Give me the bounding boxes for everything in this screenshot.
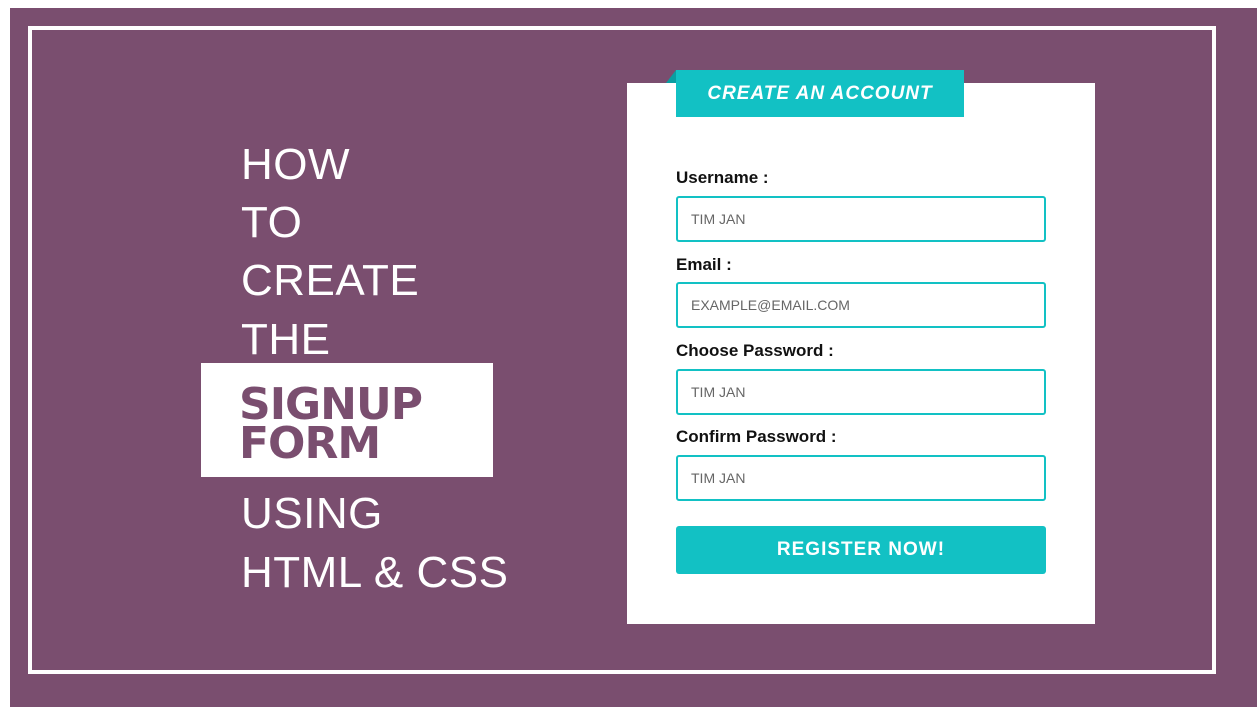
register-now-button[interactable]: REGISTER NOW! [676,526,1046,574]
form-title: CREATE AN ACCOUNT [707,83,933,104]
email-input[interactable] [676,282,1046,328]
choose-password-label: Choose Password : [676,341,834,360]
choose-password-input[interactable] [676,369,1046,415]
headline-line-to: TO [241,198,303,247]
email-label: Email : [676,255,732,274]
headline-line-create: CREATE [241,256,420,305]
username-label: Username : [676,168,769,187]
username-input[interactable] [676,196,1046,242]
confirm-password-input[interactable] [676,455,1046,501]
form-tab-fold [666,70,676,83]
headline-line-html-css: HTML & CSS [241,548,509,597]
headline-line-how: HOW [241,140,351,189]
headline-line-the: THE [241,315,331,364]
headline-line-using: USING [241,489,383,538]
confirm-password-label: Confirm Password : [676,427,837,446]
headline-highlight-form: FORM [239,418,381,469]
